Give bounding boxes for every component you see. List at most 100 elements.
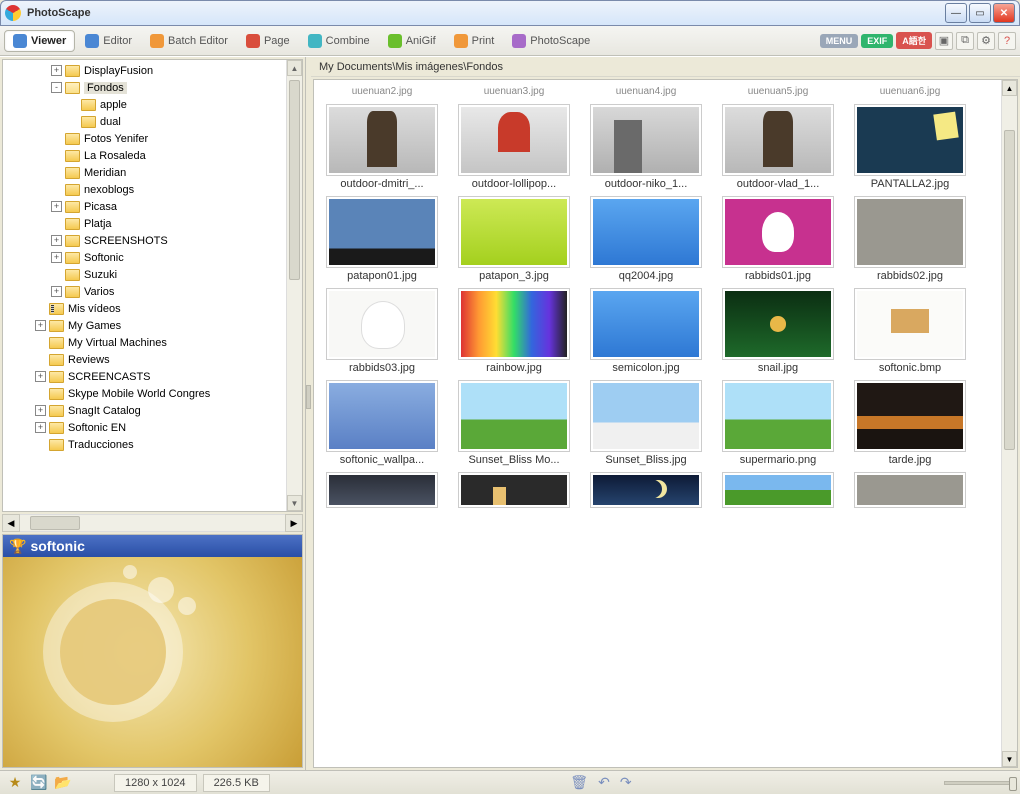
tree-item[interactable]: Fotos Yenifer xyxy=(3,130,302,147)
zoom-slider[interactable] xyxy=(944,781,1014,785)
scroll-left-icon[interactable]: ◀ xyxy=(2,514,20,532)
tree-item[interactable]: Platja xyxy=(3,215,302,232)
thumbnail-item[interactable]: outdoor-vlad_1... xyxy=(718,104,838,192)
thumbnail-item[interactable]: rabbids02.jpg xyxy=(850,196,970,284)
tree-horizontal-scrollbar[interactable]: ◀ ▶ xyxy=(2,514,303,532)
tree-item[interactable]: +Picasa xyxy=(3,198,302,215)
thumbnail-item[interactable]: Sunset_Bliss.jpg xyxy=(586,380,706,468)
tree-item[interactable]: +SCREENSHOTS xyxy=(3,232,302,249)
thumbnail-item[interactable]: uuenuan3.jpg xyxy=(454,84,574,100)
tree-item[interactable]: +SnagIt Catalog xyxy=(3,402,302,419)
tab-photoscape[interactable]: PhotoScape xyxy=(504,30,598,52)
tree-item[interactable]: My Virtual Machines xyxy=(3,334,302,351)
expand-icon[interactable]: + xyxy=(35,371,46,382)
thumbnail-item[interactable] xyxy=(586,472,706,524)
tree-item[interactable]: Reviews xyxy=(3,351,302,368)
scroll-right-icon[interactable]: ▶ xyxy=(285,514,303,532)
expand-icon[interactable]: + xyxy=(51,201,62,212)
tab-print[interactable]: Print xyxy=(446,30,503,52)
thumbs-vertical-scrollbar[interactable]: ▲ ▼ xyxy=(1001,80,1017,767)
thumbnail-item[interactable] xyxy=(850,472,970,524)
scroll-thumb[interactable] xyxy=(289,80,300,280)
minimize-button[interactable]: — xyxy=(945,3,967,23)
thumbnail-item[interactable]: rainbow.jpg xyxy=(454,288,574,376)
expand-icon[interactable]: + xyxy=(35,320,46,331)
help-icon[interactable]: ? xyxy=(998,32,1016,50)
tree-item[interactable]: +My Games xyxy=(3,317,302,334)
scroll-up-icon[interactable]: ▲ xyxy=(287,60,302,76)
undo-icon[interactable]: ↶ xyxy=(598,774,610,791)
expand-icon[interactable]: + xyxy=(51,286,62,297)
thumbnail-item[interactable]: softonic.bmp xyxy=(850,288,970,376)
favorite-star-icon[interactable]: ★ xyxy=(6,774,24,792)
thumbnail-item[interactable]: uuenuan5.jpg xyxy=(718,84,838,100)
tab-viewer[interactable]: Viewer xyxy=(4,30,75,52)
thumbnail-item[interactable] xyxy=(322,472,442,524)
thumbnail-item[interactable]: uuenuan4.jpg xyxy=(586,84,706,100)
tab-editor[interactable]: Editor xyxy=(77,30,140,52)
folder-tree[interactable]: +DisplayFusion-FondosappledualFotos Yeni… xyxy=(2,59,303,512)
thumbnail-item[interactable]: softonic_wallpa... xyxy=(322,380,442,468)
expand-icon[interactable]: + xyxy=(35,422,46,433)
tree-item[interactable]: -Fondos xyxy=(3,79,302,96)
thumbnail-item[interactable] xyxy=(454,472,574,524)
redo-icon[interactable]: ↷ xyxy=(620,774,632,791)
exif-badge[interactable]: EXIF xyxy=(861,34,893,48)
thumbnail-item[interactable]: supermario.png xyxy=(718,380,838,468)
close-button[interactable]: ✕ xyxy=(993,3,1015,23)
tree-item[interactable]: Suzuki xyxy=(3,266,302,283)
pane-splitter[interactable] xyxy=(306,57,311,770)
settings-icon[interactable]: ⚙ xyxy=(977,32,995,50)
expand-icon[interactable]: + xyxy=(51,252,62,263)
thumbnail-item[interactable]: outdoor-niko_1... xyxy=(586,104,706,192)
tab-page[interactable]: Page xyxy=(238,30,298,52)
tab-combine[interactable]: Combine xyxy=(300,30,378,52)
scroll-down-icon[interactable]: ▼ xyxy=(287,495,302,511)
scroll-thumb[interactable] xyxy=(1004,130,1015,450)
thumbnail-item[interactable]: tarde.jpg xyxy=(850,380,970,468)
hscroll-thumb[interactable] xyxy=(30,516,80,530)
thumbnail-item[interactable]: patapon_3.jpg xyxy=(454,196,574,284)
tree-item[interactable]: Meridian xyxy=(3,164,302,181)
scroll-up-icon[interactable]: ▲ xyxy=(1002,80,1017,96)
tree-vertical-scrollbar[interactable]: ▲ ▼ xyxy=(286,60,302,511)
scroll-down-icon[interactable]: ▼ xyxy=(1002,751,1017,767)
tree-item[interactable]: +SCREENCASTS xyxy=(3,368,302,385)
tree-item[interactable]: Skype Mobile World Congres xyxy=(3,385,302,402)
tree-item[interactable]: +Softonic EN xyxy=(3,419,302,436)
thumbnail-item[interactable]: uuenuan6.jpg xyxy=(850,84,970,100)
thumbnail-item[interactable] xyxy=(718,472,838,524)
thumbnail-item[interactable]: uuenuan2.jpg xyxy=(322,84,442,100)
open-folder-icon[interactable]: 📂 xyxy=(54,774,72,792)
thumbnail-item[interactable]: Sunset_Bliss Mo... xyxy=(454,380,574,468)
thumbnail-item[interactable]: snail.jpg xyxy=(718,288,838,376)
tree-item[interactable]: +DisplayFusion xyxy=(3,62,302,79)
thumbnail-item[interactable]: rabbids01.jpg xyxy=(718,196,838,284)
preview-image[interactable] xyxy=(3,557,302,767)
tab-batch-editor[interactable]: Batch Editor xyxy=(142,30,236,52)
tree-item[interactable]: +Softonic xyxy=(3,249,302,266)
fullscreen-icon[interactable]: ▣ xyxy=(935,32,953,50)
tab-anigif[interactable]: AniGif xyxy=(380,30,444,52)
collapse-icon[interactable]: - xyxy=(51,82,62,93)
thumbnail-item[interactable]: qq2004.jpg xyxy=(586,196,706,284)
thumbnail-item[interactable]: patapon01.jpg xyxy=(322,196,442,284)
thumbnail-item[interactable]: outdoor-lollipop... xyxy=(454,104,574,192)
tree-item[interactable]: +Varios xyxy=(3,283,302,300)
thumbnail-item[interactable]: rabbids03.jpg xyxy=(322,288,442,376)
tree-item[interactable]: Mis vídeos xyxy=(3,300,302,317)
thumbnail-item[interactable]: outdoor-dmitri_... xyxy=(322,104,442,192)
tree-item[interactable]: apple xyxy=(3,96,302,113)
rotate-icon[interactable]: 🔄 xyxy=(30,774,48,792)
expand-icon[interactable]: + xyxy=(35,405,46,416)
expand-icon[interactable]: + xyxy=(51,65,62,76)
menu-badge[interactable]: MENU xyxy=(820,34,859,48)
tree-item[interactable]: La Rosaleda xyxy=(3,147,302,164)
tree-item[interactable]: dual xyxy=(3,113,302,130)
language-badge[interactable]: A語한 xyxy=(896,32,932,49)
tree-item[interactable]: nexoblogs xyxy=(3,181,302,198)
trash-icon[interactable]: 🗑 xyxy=(570,774,588,791)
maximize-button[interactable]: ▭ xyxy=(969,3,991,23)
thumbnail-item[interactable]: semicolon.jpg xyxy=(586,288,706,376)
thumbnail-item[interactable]: PANTALLA2.jpg xyxy=(850,104,970,192)
